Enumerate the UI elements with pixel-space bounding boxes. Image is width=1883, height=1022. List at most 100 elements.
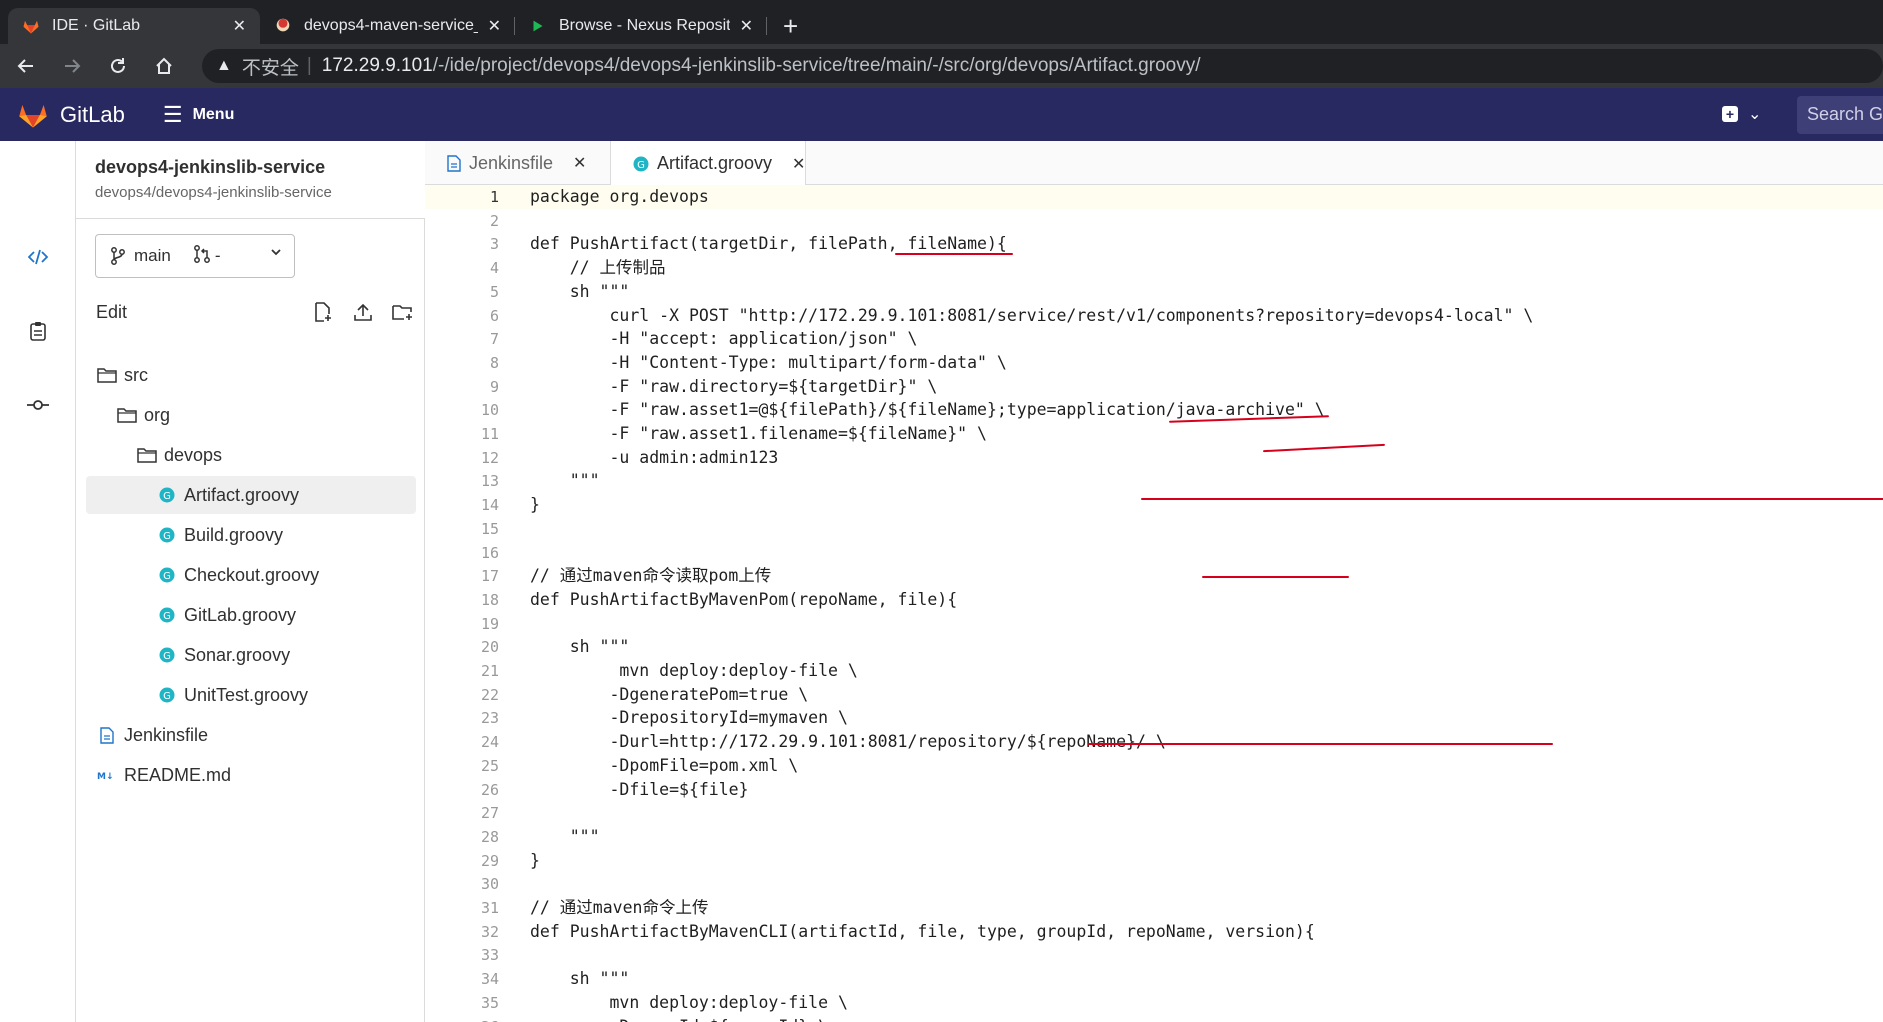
line-number: 35 xyxy=(480,993,499,1012)
line-number: 3 xyxy=(489,235,499,254)
tree-file[interactable]: M↓ README.md xyxy=(86,756,416,794)
merge-request-label: - xyxy=(214,246,221,265)
chevron-down-icon: ⌄ xyxy=(1748,106,1762,123)
browser-tabstrip: IDE · GitLab ✕ devops4-maven-service_CI … xyxy=(0,0,1883,44)
code-line: 15 xyxy=(425,517,1883,541)
browser-tab-jenkins[interactable]: devops4-maven-service_CI bd ✕ xyxy=(260,8,515,44)
line-number: 10 xyxy=(480,401,499,420)
code-editor[interactable]: 1 package org.devops 2 3 def PushArtifact(ta… xyxy=(425,185,1883,1022)
tree-file[interactable]: G Checkout.groovy xyxy=(86,556,416,594)
line-number: 34 xyxy=(480,970,499,989)
hamburger-icon: ☰ xyxy=(162,101,183,127)
branch-selector[interactable]: main - xyxy=(95,234,295,278)
back-icon[interactable] xyxy=(6,46,46,86)
line-number: 21 xyxy=(480,662,499,680)
groovy-icon: G xyxy=(156,564,178,586)
line-number: 33 xyxy=(480,946,499,965)
home-icon[interactable] xyxy=(144,46,184,86)
ide-activity-bar xyxy=(0,141,76,1022)
close-icon[interactable]: ✕ xyxy=(792,154,805,174)
line-number: 30 xyxy=(480,875,499,894)
code-text: -u admin:admin123 xyxy=(530,447,779,467)
code-text: // 通过maven命令上传 xyxy=(530,898,709,917)
editor-tab-artifact[interactable]: G Artifact.groovy ✕ xyxy=(610,141,806,186)
code-text: // 上传制品 xyxy=(530,258,666,278)
new-file-icon[interactable] xyxy=(310,299,336,325)
search-input[interactable]: Search GitLab xyxy=(1797,96,1883,134)
review-icon[interactable] xyxy=(22,315,54,347)
menu-button[interactable]: ☰ Menu xyxy=(163,102,235,128)
close-icon[interactable]: ✕ xyxy=(740,16,753,36)
code-text: -Durl=http://172.29.9.101:8081/repositor… xyxy=(530,732,1166,752)
address-bar-row: ▲ 不安全 | 172.29.9.101 /-/ide/project/devo… xyxy=(0,44,1883,88)
line-number: 23 xyxy=(480,709,499,728)
browser-tab-nexus[interactable]: Browse - Nexus Repository Ma ✕ xyxy=(515,8,767,44)
code-line: 27 xyxy=(425,801,1883,825)
line-number: 31 xyxy=(480,899,499,917)
code-line: 36 -DgroupId=${groupId} \ xyxy=(425,1015,1883,1022)
tree-folder[interactable]: src xyxy=(86,356,416,394)
line-number: 25 xyxy=(480,756,499,775)
code-text: sh """ xyxy=(530,637,630,657)
code-line: 29} xyxy=(425,849,1883,873)
code-line: 17 // 通过maven命令读取pom上传 xyxy=(425,564,1883,588)
close-icon[interactable]: ✕ xyxy=(573,153,586,173)
code-text: mvn deploy:deploy-file \ xyxy=(530,992,848,1012)
browser-tab-ide[interactable]: IDE · GitLab ✕ xyxy=(8,8,260,44)
new-folder-icon[interactable] xyxy=(390,299,416,325)
tree-item-label: Sonar.groovy xyxy=(184,644,291,665)
groovy-icon: G xyxy=(156,604,178,626)
code-text: -DrepositoryId=mymaven \ xyxy=(530,708,848,728)
editor-tab-label: Jenkinsfile xyxy=(469,152,554,173)
line-number: 26 xyxy=(480,780,499,799)
tree-item-label: Jenkinsfile xyxy=(124,724,209,745)
folder-icon xyxy=(136,444,158,466)
line-number: 18 xyxy=(480,590,499,609)
tree-file[interactable]: Jenkinsfile xyxy=(86,716,416,754)
code-line: 9 -F "raw.directory=${targetDir}" \ xyxy=(425,375,1883,399)
code-text: -DgroupId=${groupId} \ xyxy=(530,1015,828,1022)
new-tab-button[interactable]: + xyxy=(783,8,798,44)
annotation-underline xyxy=(1141,498,1883,500)
tree-file[interactable]: G Sonar.groovy xyxy=(86,636,416,674)
gitlab-home-link[interactable]: GitLab xyxy=(18,101,125,129)
code-line: 20 sh """ xyxy=(425,635,1883,659)
editor-tab-label: Artifact.groovy xyxy=(657,153,773,173)
new-dropdown-button[interactable]: + ⌄ xyxy=(1722,104,1761,124)
commit-icon[interactable] xyxy=(22,389,54,421)
code-line: 28 """ xyxy=(425,825,1883,849)
code-text: """ xyxy=(530,826,600,846)
tree-folder[interactable]: devops xyxy=(86,436,416,474)
editor-tab-jenkinsfile[interactable]: Jenkinsfile ✕ xyxy=(425,141,586,185)
line-number: 17 xyxy=(480,567,499,586)
tree-file[interactable]: G Artifact.groovy xyxy=(86,476,416,514)
close-icon[interactable]: ✕ xyxy=(233,16,246,36)
forward-icon[interactable] xyxy=(52,46,92,86)
file-icon xyxy=(447,154,461,172)
code-line: 19 xyxy=(425,612,1883,636)
code-icon[interactable] xyxy=(22,241,54,273)
code-line: 26 -Dfile=${file} xyxy=(425,778,1883,802)
code-line: 18 def PushArtifactByMavenPom(repoName, f… xyxy=(425,588,1883,612)
nexus-favicon-icon xyxy=(529,17,547,35)
code-text: -Dfile=${file} xyxy=(530,779,749,799)
jenkins-favicon-icon xyxy=(274,17,292,35)
code-line: 25 -DpomFile=pom.xml \ xyxy=(425,754,1883,778)
url-field[interactable]: ▲ 不安全 | 172.29.9.101 /-/ide/project/devo… xyxy=(202,49,1883,83)
svg-text:G: G xyxy=(163,531,171,542)
tree-folder[interactable]: org xyxy=(86,396,416,434)
project-name[interactable]: devops4-jenkinslib-service xyxy=(95,157,325,178)
gitlab-favicon-icon xyxy=(22,17,40,35)
code-line: 33 xyxy=(425,943,1883,967)
tree-file[interactable]: G GitLab.groovy xyxy=(86,596,416,634)
chevron-down-icon xyxy=(270,245,282,261)
code-line: 6 curl -X POST "http://172.29.9.101:8081… xyxy=(425,304,1883,328)
code-line: 5 sh """ xyxy=(425,280,1883,304)
tree-file[interactable]: G UnitTest.groovy xyxy=(86,676,416,714)
reload-icon[interactable] xyxy=(98,46,138,86)
close-icon[interactable]: ✕ xyxy=(488,16,501,36)
tree-file[interactable]: G Build.groovy xyxy=(86,516,416,554)
code-line: 23 -DrepositoryId=mymaven \ xyxy=(425,706,1883,730)
annotation-underline xyxy=(895,253,1013,255)
upload-icon[interactable] xyxy=(350,299,376,325)
